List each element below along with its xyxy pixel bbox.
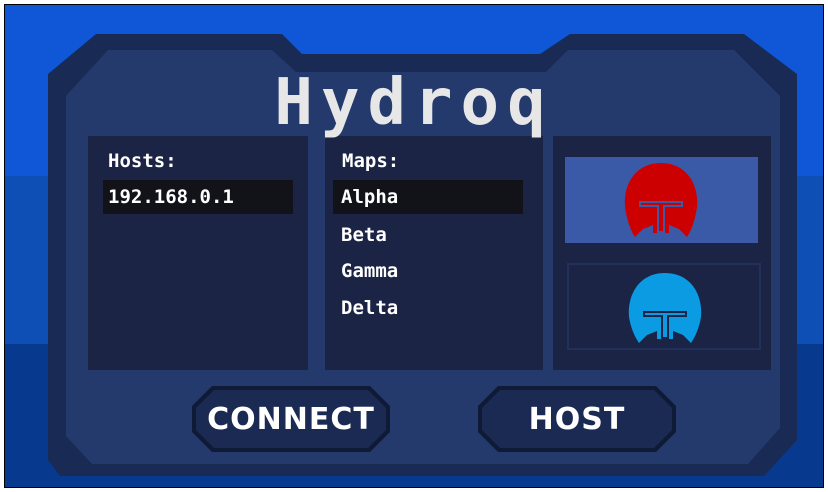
host-button-label: HOST: [528, 401, 626, 437]
connect-button-label: CONNECT: [207, 401, 375, 437]
map-list-item-delta[interactable]: Delta: [341, 297, 398, 319]
maps-label: Maps:: [342, 150, 400, 172]
host-list-item[interactable]: 192.168.0.1: [103, 180, 293, 214]
map-list-item-alpha[interactable]: Alpha: [333, 180, 523, 214]
connect-button[interactable]: CONNECT: [192, 386, 390, 452]
game-title: Hydroq: [274, 66, 554, 140]
host-button[interactable]: HOST: [478, 386, 676, 452]
hosts-label: Hosts:: [108, 150, 177, 172]
blue-team-icon: [628, 273, 702, 343]
game-screen: Hydroq Hosts: 192.168.0.1 Maps: Alpha Be…: [0, 0, 828, 492]
team-red-option[interactable]: [565, 157, 758, 243]
map-list-item-beta[interactable]: Beta: [341, 224, 387, 246]
team-blue-option[interactable]: [567, 263, 761, 350]
red-team-icon: [624, 163, 698, 237]
map-list-item-gamma[interactable]: Gamma: [341, 260, 398, 282]
